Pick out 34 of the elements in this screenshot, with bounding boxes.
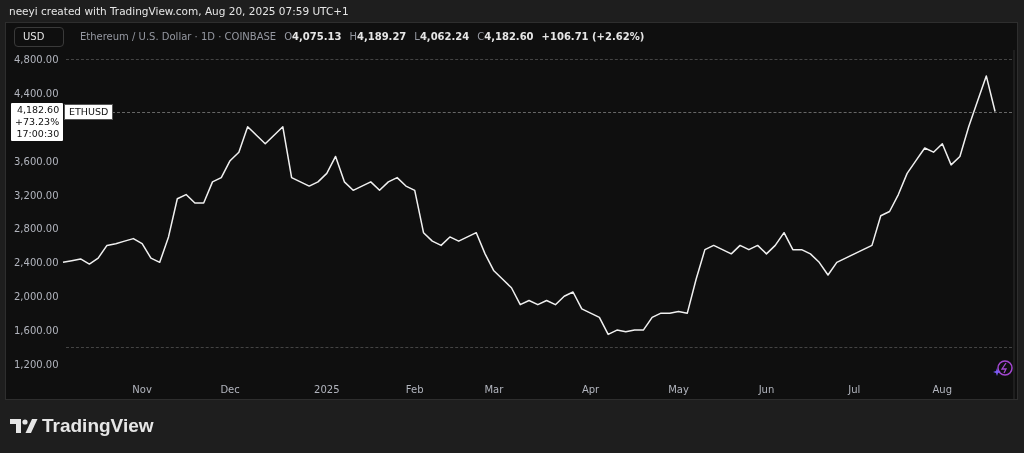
percent-change: +73.23% (15, 116, 60, 128)
attribution-text: neeyi created with TradingView.com, Aug 20, 2025 07:59 UTC+1 (8, 4, 350, 19)
x-axis-label: Dec (220, 384, 240, 395)
y-axis-label: 3,200.00 (14, 189, 59, 201)
x-axis-label: Feb (405, 384, 424, 395)
symbol-title: Ethereum / U.S. Dollar · 1D · COINBASE (80, 30, 277, 44)
price-value: 4,182.60 (15, 104, 60, 116)
x-axis-label: 2025 (314, 384, 340, 395)
brand-logo-icon (10, 418, 38, 434)
x-axis-label: Nov (132, 384, 152, 395)
y-axis-label: 2,800.00 (14, 223, 59, 235)
y-axis-label: 3,600.00 (14, 155, 59, 167)
y-axis-label: 1,600.00 (14, 325, 59, 337)
countdown-time: 17:00:30 (15, 128, 60, 140)
lightning-icon (993, 360, 1013, 376)
symbol-tag: ETHUSD (64, 104, 114, 120)
brand-name: TradingView (42, 413, 154, 438)
x-axis-label: May (668, 384, 689, 395)
ohlc-value: L4,062.24 (414, 30, 470, 44)
x-axis-label: Jul (848, 384, 861, 395)
y-axis-label: 2,000.00 (14, 291, 59, 303)
ohlc-value: O4,075.13 (284, 30, 342, 44)
ohlc-value: C4,182.60 (477, 30, 534, 44)
x-axis-label: Mar (484, 384, 504, 395)
price-change: +106.71 (+2.62%) (541, 30, 645, 44)
y-axis-label: 1,200.00 (14, 359, 59, 370)
y-axis-label: 2,400.00 (14, 257, 59, 269)
x-axis-label: Jun (758, 384, 775, 395)
x-axis-label: Aug (932, 384, 953, 395)
y-axis-label: 4,800.00 (14, 54, 59, 65)
y-axis-label: 4,400.00 (14, 87, 59, 99)
x-axis-label: Apr (581, 384, 600, 395)
currency-button[interactable]: USD (14, 26, 64, 47)
ohlc-value: H4,189.27 (349, 30, 407, 44)
